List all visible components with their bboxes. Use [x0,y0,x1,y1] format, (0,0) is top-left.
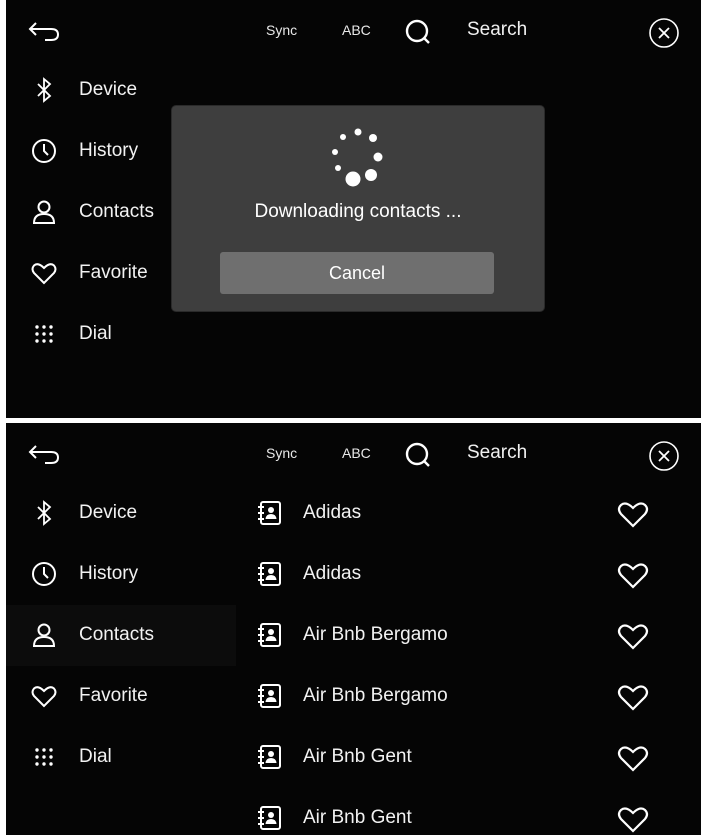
sync-button[interactable]: Sync [266,445,297,461]
top-bar: Sync ABC Search [6,423,701,483]
heart-icon [31,263,57,285]
contact-card-icon [258,501,281,525]
back-arrow-icon [28,445,60,464]
contact-card-icon [258,623,281,647]
list-item[interactable]: Adidas [244,483,701,544]
contact-card-icon [258,562,281,586]
keypad-icon [35,748,53,766]
contact-card-icon [258,806,281,830]
sidebar-item-dial[interactable]: Dial [6,727,236,788]
heart-icon[interactable] [617,500,649,528]
sidebar-item-label: Device [79,502,138,523]
search-button-label[interactable]: Search [467,19,527,41]
sync-button[interactable]: Sync [266,22,297,38]
loading-spinner-icon [332,128,383,187]
bluetooth-icon [37,500,52,526]
abc-sort-button[interactable]: ABC [342,22,371,38]
back-button[interactable] [24,437,64,471]
sidebar-item-label: Device [79,79,138,100]
search-icon[interactable] [404,18,432,46]
list-item[interactable]: Adidas [244,544,701,605]
clock-icon [32,139,56,163]
sidebar: Device History Contacts Favorite Dial [6,483,236,788]
heart-icon[interactable] [617,683,649,711]
sidebar-item-label: History [79,563,139,584]
sidebar-item-device[interactable]: Device [6,483,236,544]
phone-screen-downloading: Sync ABC Search Device History Contacts … [6,0,701,418]
contact-card-icon [258,745,281,769]
search-icon[interactable] [404,441,432,469]
heart-icon[interactable] [617,744,649,772]
heart-icon[interactable] [617,622,649,650]
list-item[interactable]: Air Bnb Gent [244,727,701,788]
heart-icon[interactable] [617,561,649,589]
close-icon[interactable] [648,440,680,472]
back-button[interactable] [24,14,64,48]
download-dialog: Downloading contacts ... Cancel [172,106,544,311]
contact-list: Adidas Adidas Air Bnb Bergamo Air Bnb Be… [244,483,701,835]
sidebar-item-label: Dial [79,323,112,344]
heart-icon [31,686,57,708]
contact-name: Air Bnb Bergamo [303,624,448,645]
bluetooth-icon [37,77,52,103]
list-item[interactable]: Air Bnb Bergamo [244,666,701,727]
list-item[interactable]: Air Bnb Bergamo [244,605,701,666]
contact-name: Adidas [303,563,362,584]
contact-name: Adidas [303,502,362,523]
sidebar-item-history[interactable]: History [6,544,236,605]
downloading-message: Downloading contacts ... [254,201,462,222]
heart-icon[interactable] [617,805,649,833]
sidebar-item-label: Favorite [79,262,148,283]
person-icon [32,623,56,647]
sidebar-item-label: Dial [79,746,112,767]
clock-icon [32,562,56,586]
sidebar-item-label: Contacts [79,201,154,222]
sidebar-item-label: Contacts [79,624,154,645]
list-item[interactable]: Air Bnb Gent [244,788,701,835]
abc-sort-button[interactable]: ABC [342,445,371,461]
contact-card-icon [258,684,281,708]
close-icon[interactable] [648,17,680,49]
top-bar: Sync ABC Search [6,0,701,60]
sidebar-item-contacts[interactable]: Contacts [6,605,236,666]
keypad-icon [35,325,53,343]
contact-name: Air Bnb Gent [303,746,412,767]
search-button-label[interactable]: Search [467,442,527,464]
person-icon [32,200,56,224]
sidebar-item-dial[interactable]: Dial [6,304,236,365]
sidebar-item-favorite[interactable]: Favorite [6,666,236,727]
sidebar-item-label: History [79,140,139,161]
sidebar-item-label: Favorite [79,685,148,706]
contact-name: Air Bnb Gent [303,807,412,828]
phone-screen-contacts: Sync ABC Search Device History Contacts … [6,423,701,835]
contact-name: Air Bnb Bergamo [303,685,448,706]
back-arrow-icon [28,22,60,41]
cancel-button[interactable]: Cancel [220,252,494,294]
